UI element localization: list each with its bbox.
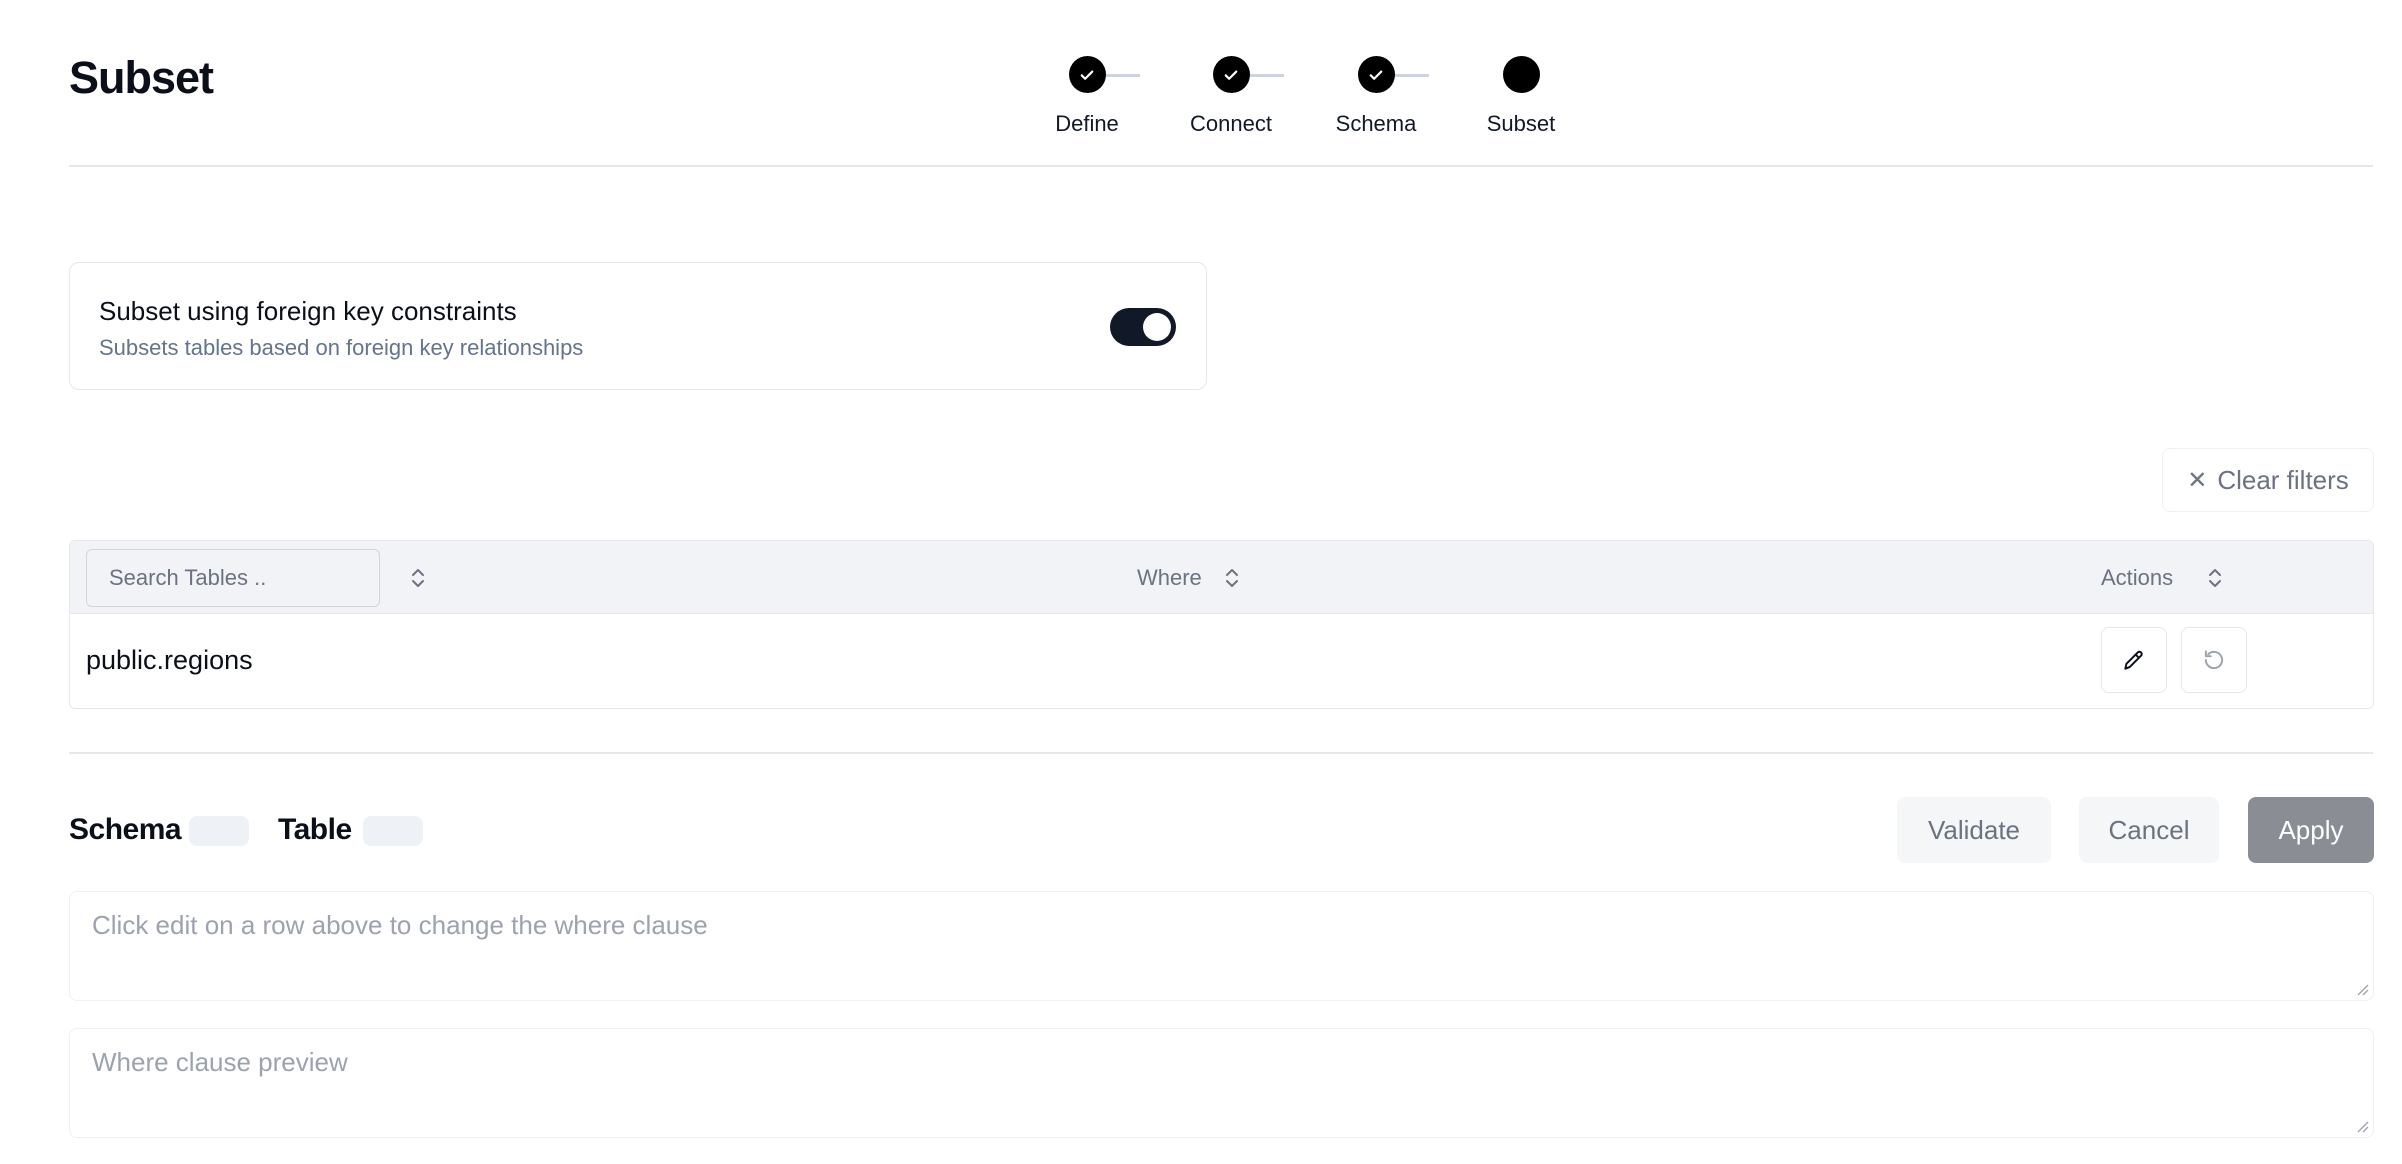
fk-setting-title: Subset using foreign key constraints [99,296,517,326]
step-subset[interactable]: Subset [1461,56,1581,137]
validate-button[interactable]: Validate [1897,797,2051,863]
resize-grip-icon[interactable] [2354,981,2370,997]
clear-filters-button[interactable]: ✕ Clear filters [2162,448,2374,512]
check-icon [1068,56,1106,93]
check-icon [1357,56,1395,93]
step-define[interactable]: Define [1027,56,1147,137]
table-label: Table [278,813,352,846]
column-header-actions[interactable]: Actions [2101,565,2173,591]
sort-icon[interactable] [406,565,430,591]
step-connect[interactable]: Connect [1171,56,1291,137]
schema-label: Schema [69,813,182,846]
table-value-badge [363,816,423,846]
resize-grip-icon[interactable] [2354,1118,2370,1134]
current-step-dot [1502,56,1540,93]
search-tables-input[interactable] [86,549,380,607]
edit-row-button[interactable] [2101,627,2167,693]
reset-icon [2204,650,2224,670]
table-header: Where Actions [70,541,2373,614]
check-icon [1212,56,1250,93]
section-divider [69,752,2373,754]
where-clause-input[interactable] [69,891,2374,1001]
step-label: Connect [1190,111,1272,136]
sort-icon[interactable] [1220,565,1244,591]
fk-constraints-card: Subset using foreign key constraints Sub… [69,262,1207,390]
step-schema[interactable]: Schema [1316,56,1436,137]
page-title: Subset [69,52,214,103]
toggle-knob [1143,313,1171,341]
step-label: Subset [1486,111,1556,136]
close-icon: ✕ [2187,466,2208,494]
step-label: Schema [1335,111,1417,136]
reset-row-button[interactable] [2181,627,2247,693]
subset-table: Where Actions public.regions [69,540,2374,709]
fk-constraints-toggle[interactable] [1110,308,1176,346]
step-label: Define [1055,111,1119,136]
table-row: public.regions [70,615,2373,708]
where-clause-preview [69,1028,2374,1138]
sort-icon[interactable] [2203,565,2227,591]
fk-setting-description: Subsets tables based on foreign key rela… [99,335,584,360]
pencil-icon [2124,650,2143,670]
clear-filters-label: Clear filters [2217,464,2349,495]
column-header-where[interactable]: Where [1137,565,1202,591]
header-divider [69,165,2373,167]
table-name-cell: public.regions [86,645,253,675]
schema-value-badge [189,816,249,846]
cancel-button[interactable]: Cancel [2079,797,2219,863]
progress-stepper: Define Connect Schema Subset [1030,56,1560,146]
apply-button[interactable]: Apply [2248,797,2374,863]
